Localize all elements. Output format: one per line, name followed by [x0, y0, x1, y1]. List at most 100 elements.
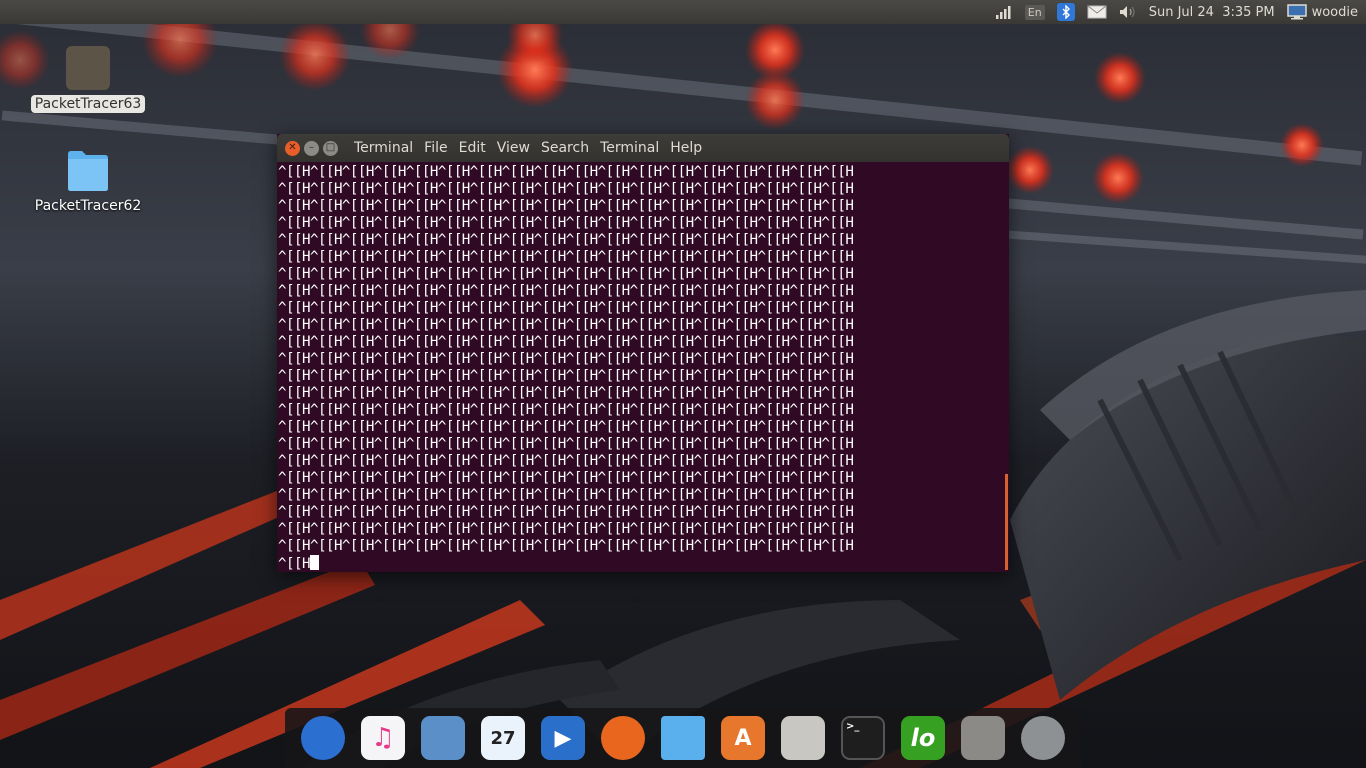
dock-item-calculator[interactable]	[960, 715, 1006, 761]
terminal-line: ^[[H^[[H^[[H^[[H^[[H^[[H^[[H^[[H^[[H^[[H…	[278, 470, 1009, 487]
thunderbird-mail-icon	[301, 716, 345, 760]
bluetooth-indicator[interactable]	[1056, 0, 1075, 24]
dock-item-terminal[interactable]: >_	[840, 715, 886, 761]
terminal-line: ^[[H^[[H^[[H^[[H^[[H^[[H^[[H^[[H^[[H^[[H…	[278, 317, 1009, 334]
desktop-icon-packettracer63[interactable]: PacketTracer63	[30, 46, 146, 113]
network-signal-icon[interactable]	[995, 0, 1013, 24]
firefox-icon	[601, 716, 645, 760]
terminal-line: ^[[H^[[H^[[H^[[H^[[H^[[H^[[H^[[H^[[H^[[H…	[278, 402, 1009, 419]
terminal-titlebar[interactable]: ✕ – □ Terminal File Edit View Search Ter…	[277, 134, 1009, 162]
dock-item-image-viewer[interactable]	[420, 715, 466, 761]
menu-terminal[interactable]: Terminal	[600, 140, 659, 156]
image-viewer-icon	[421, 716, 465, 760]
terminal-line-text: ^[[H^[[H^[[H^[[H^[[H^[[H^[[H^[[H^[[H^[[H…	[278, 334, 854, 350]
terminal-line: ^[[H^[[H^[[H^[[H^[[H^[[H^[[H^[[H^[[H^[[H…	[278, 385, 1009, 402]
desktop-icon-packettracer62[interactable]: PacketTracer62	[32, 148, 144, 215]
mail-icon	[1087, 5, 1107, 19]
terminal-line-text: ^[[H^[[H^[[H^[[H^[[H^[[H^[[H^[[H^[[H^[[H…	[278, 402, 854, 418]
close-icon: ✕	[288, 142, 297, 153]
terminal-line: ^[[H^[[H^[[H^[[H^[[H^[[H^[[H^[[H^[[H^[[H…	[278, 453, 1009, 470]
terminal-line-text: ^[[H^[[H^[[H^[[H^[[H^[[H^[[H^[[H^[[H^[[H…	[278, 521, 854, 537]
terminal-line-text: ^[[H^[[H^[[H^[[H^[[H^[[H^[[H^[[H^[[H^[[H…	[278, 487, 854, 503]
music-player-icon: ♫	[361, 716, 405, 760]
terminal-icon: >_	[841, 716, 885, 760]
terminal-line-text: ^[[H^[[H^[[H^[[H^[[H^[[H^[[H^[[H^[[H^[[H…	[278, 181, 854, 197]
terminal-line: ^[[H^[[H^[[H^[[H^[[H^[[H^[[H^[[H^[[H^[[H…	[278, 351, 1009, 368]
terminal-line: ^[[H^[[H^[[H^[[H^[[H^[[H^[[H^[[H^[[H^[[H…	[278, 215, 1009, 232]
terminal-line: ^[[H^[[H^[[H^[[H^[[H^[[H^[[H^[[H^[[H^[[H…	[278, 521, 1009, 538]
dock-item-libreoffice[interactable]: lo	[900, 715, 946, 761]
dock-item-system-preferences[interactable]	[1020, 715, 1066, 761]
media-player-icon: ▶	[541, 716, 585, 760]
terminal-output[interactable]: ^[[H^[[H^[[H^[[H^[[H^[[H^[[H^[[H^[[H^[[H…	[277, 162, 1009, 572]
desktop-icon-label: PacketTracer62	[34, 198, 142, 214]
terminal-window: ✕ – □ Terminal File Edit View Search Ter…	[277, 134, 1009, 572]
terminal-line: ^[[H^[[H^[[H^[[H^[[H^[[H^[[H^[[H^[[H^[[H…	[278, 487, 1009, 504]
dock-item-music-player[interactable]: ♫	[360, 715, 406, 761]
terminal-line: ^[[H^[[H^[[H^[[H^[[H^[[H^[[H^[[H^[[H^[[H…	[278, 538, 1009, 555]
dock-item-software-center[interactable]: A	[720, 715, 766, 761]
window-title: Terminal	[354, 140, 414, 156]
dock-item-calendar[interactable]: 27	[480, 715, 526, 761]
maximize-button[interactable]: □	[323, 140, 338, 156]
terminal-line-text: ^[[H^[[H^[[H^[[H^[[H^[[H^[[H^[[H^[[H^[[H…	[278, 368, 854, 384]
terminal-line: ^[[H^[[H^[[H^[[H^[[H^[[H^[[H^[[H^[[H^[[H…	[278, 198, 1009, 215]
terminal-line-text: ^[[H^[[H^[[H^[[H^[[H^[[H^[[H^[[H^[[H^[[H…	[278, 164, 854, 180]
terminal-scrollbar[interactable]	[1005, 474, 1008, 570]
terminal-line-text: ^[[H	[278, 556, 311, 572]
menu-search[interactable]: Search	[541, 140, 589, 156]
calendar-icon: 27	[481, 716, 525, 760]
terminal-line-text: ^[[H^[[H^[[H^[[H^[[H^[[H^[[H^[[H^[[H^[[H…	[278, 317, 854, 333]
terminal-line-text: ^[[H^[[H^[[H^[[H^[[H^[[H^[[H^[[H^[[H^[[H…	[278, 351, 854, 367]
dock: ♫ 27 ▶ A >_ lo	[285, 708, 1081, 768]
clock[interactable]: Sun Jul 24 3:35 PM	[1149, 0, 1275, 24]
terminal-line: ^[[H	[278, 555, 1009, 572]
session-menu[interactable]: woodie	[1286, 0, 1358, 24]
menu-help[interactable]: Help	[670, 140, 702, 156]
menu-file[interactable]: File	[424, 140, 447, 156]
system-preferences-icon	[1021, 716, 1065, 760]
desktop-icon-label: PacketTracer63	[30, 95, 146, 113]
terminal-line: ^[[H^[[H^[[H^[[H^[[H^[[H^[[H^[[H^[[H^[[H…	[278, 368, 1009, 385]
terminal-line-text: ^[[H^[[H^[[H^[[H^[[H^[[H^[[H^[[H^[[H^[[H…	[278, 300, 854, 316]
volume-icon	[1119, 6, 1135, 18]
keyboard-language-icon: En	[1024, 4, 1045, 20]
terminal-line: ^[[H^[[H^[[H^[[H^[[H^[[H^[[H^[[H^[[H^[[H…	[278, 283, 1009, 300]
mail-indicator[interactable]	[1087, 0, 1107, 24]
software-center-icon: A	[721, 716, 765, 760]
terminal-line-text: ^[[H^[[H^[[H^[[H^[[H^[[H^[[H^[[H^[[H^[[H…	[278, 283, 854, 299]
close-button[interactable]: ✕	[285, 140, 300, 156]
keyboard-language-indicator[interactable]: En	[1024, 0, 1045, 24]
dock-item-thunderbird-mail[interactable]	[300, 715, 346, 761]
top-panel: En Sun Jul 24 3:35 PM woodie	[0, 0, 1366, 24]
dock-item-system-settings-mixer[interactable]	[780, 715, 826, 761]
terminal-line-text: ^[[H^[[H^[[H^[[H^[[H^[[H^[[H^[[H^[[H^[[H…	[278, 215, 854, 231]
folder-icon	[68, 151, 108, 191]
menu-view[interactable]: View	[497, 140, 530, 156]
computer-icon	[1286, 4, 1307, 20]
terminal-line-text: ^[[H^[[H^[[H^[[H^[[H^[[H^[[H^[[H^[[H^[[H…	[278, 249, 854, 265]
system-settings-mixer-icon	[781, 716, 825, 760]
terminal-line-text: ^[[H^[[H^[[H^[[H^[[H^[[H^[[H^[[H^[[H^[[H…	[278, 232, 854, 248]
terminal-line-text: ^[[H^[[H^[[H^[[H^[[H^[[H^[[H^[[H^[[H^[[H…	[278, 266, 854, 282]
terminal-line: ^[[H^[[H^[[H^[[H^[[H^[[H^[[H^[[H^[[H^[[H…	[278, 419, 1009, 436]
dock-item-files[interactable]	[660, 715, 706, 761]
terminal-line: ^[[H^[[H^[[H^[[H^[[H^[[H^[[H^[[H^[[H^[[H…	[278, 266, 1009, 283]
calculator-icon	[961, 716, 1005, 760]
terminal-line: ^[[H^[[H^[[H^[[H^[[H^[[H^[[H^[[H^[[H^[[H…	[278, 436, 1009, 453]
terminal-line-text: ^[[H^[[H^[[H^[[H^[[H^[[H^[[H^[[H^[[H^[[H…	[278, 504, 854, 520]
maximize-icon: □	[325, 142, 336, 153]
terminal-line: ^[[H^[[H^[[H^[[H^[[H^[[H^[[H^[[H^[[H^[[H…	[278, 164, 1009, 181]
menu-edit[interactable]: Edit	[459, 140, 486, 156]
dock-item-media-player[interactable]: ▶	[540, 715, 586, 761]
dock-item-firefox[interactable]	[600, 715, 646, 761]
terminal-line-text: ^[[H^[[H^[[H^[[H^[[H^[[H^[[H^[[H^[[H^[[H…	[278, 419, 854, 435]
terminal-line: ^[[H^[[H^[[H^[[H^[[H^[[H^[[H^[[H^[[H^[[H…	[278, 334, 1009, 351]
volume-indicator[interactable]	[1119, 0, 1137, 24]
terminal-line: ^[[H^[[H^[[H^[[H^[[H^[[H^[[H^[[H^[[H^[[H…	[278, 504, 1009, 521]
packettracer-icon	[66, 46, 110, 90]
minimize-icon: –	[309, 142, 314, 153]
terminal-line-text: ^[[H^[[H^[[H^[[H^[[H^[[H^[[H^[[H^[[H^[[H…	[278, 198, 854, 214]
minimize-button[interactable]: –	[304, 140, 319, 156]
terminal-line: ^[[H^[[H^[[H^[[H^[[H^[[H^[[H^[[H^[[H^[[H…	[278, 181, 1009, 198]
